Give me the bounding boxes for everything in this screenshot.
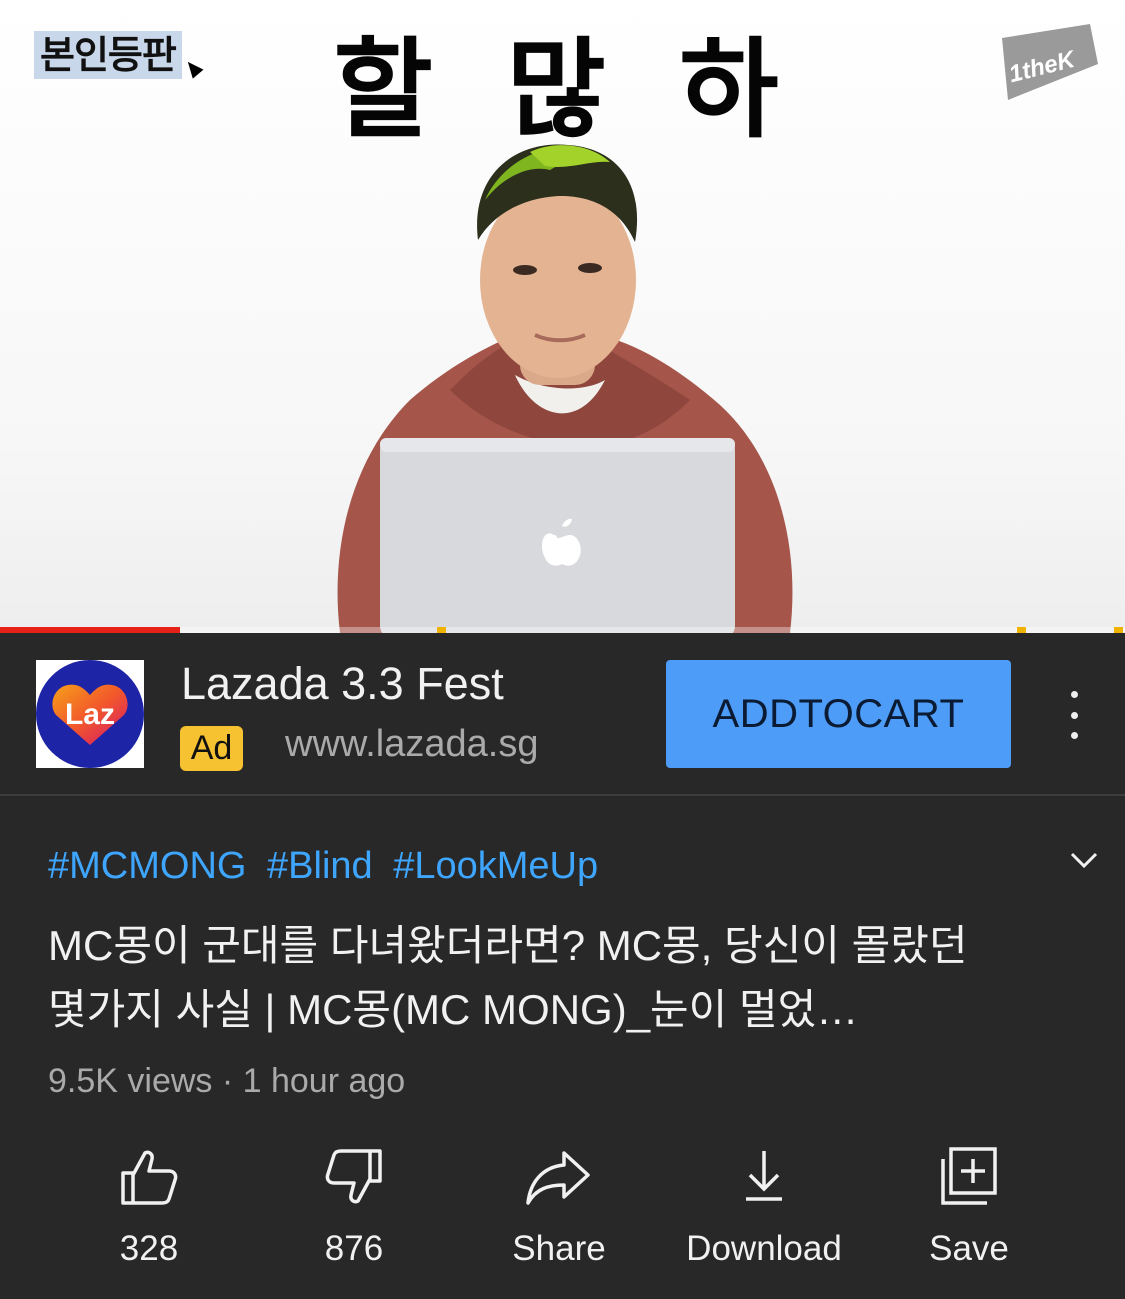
download-button[interactable]: Download <box>664 1145 864 1275</box>
subtitle-tag: 본인등판 <box>34 31 182 79</box>
share-icon <box>526 1151 590 1205</box>
action-bar: 328 876 Share Download Save <box>0 1145 1125 1275</box>
save-label: Save <box>929 1229 1009 1268</box>
share-button[interactable]: Share <box>459 1145 659 1275</box>
ad-url[interactable]: www.lazada.sg <box>285 723 538 766</box>
dislike-count: 876 <box>324 1229 384 1268</box>
add-to-cart-button[interactable]: ADDTOCART <box>666 660 1011 768</box>
advertiser-logo[interactable]: Laz <box>36 660 144 768</box>
download-icon <box>746 1151 782 1201</box>
video-subject <box>337 144 793 633</box>
hashtag-link[interactable]: #MCMONG <box>48 845 246 887</box>
share-label: Share <box>512 1229 606 1268</box>
advertiser-logo-text: Laz <box>64 698 115 731</box>
download-label: Download <box>686 1229 842 1268</box>
hashtag-list: #MCMONG #Blind #LookMeUp <box>48 845 608 888</box>
channel-watermark: 1theK <box>1002 24 1098 100</box>
like-button[interactable]: 328 <box>49 1145 249 1275</box>
video-meta: 9.5K views · 1 hour ago <box>48 1062 406 1100</box>
more-vert-icon[interactable] <box>1060 691 1088 739</box>
hashtag-link[interactable]: #LookMeUp <box>393 845 598 887</box>
chevron-down-icon[interactable] <box>1068 848 1100 872</box>
like-count: 328 <box>119 1229 179 1268</box>
ad-title[interactable]: Lazada 3.3 Fest <box>181 658 504 710</box>
video-title[interactable]: MC몽이 군대를 다녀왔더라면? MC몽, 당신이 몰랐던 몇가지 사실 | M… <box>48 914 1008 1042</box>
hashtag-link[interactable]: #Blind <box>267 845 373 887</box>
add-to-playlist-icon <box>941 1147 997 1205</box>
video-player[interactable]: 본인등판 할 많 하 않 1theK <box>0 0 1125 633</box>
ad-banner[interactable]: Laz Lazada 3.3 Fest Ad www.lazada.sg ADD… <box>0 633 1125 796</box>
thumbs-down-icon <box>325 1149 382 1204</box>
save-button[interactable]: Save <box>869 1145 1069 1275</box>
thumbs-up-icon <box>121 1150 178 1205</box>
dislike-button[interactable]: 876 <box>254 1145 454 1275</box>
ad-badge: Ad <box>180 726 243 771</box>
